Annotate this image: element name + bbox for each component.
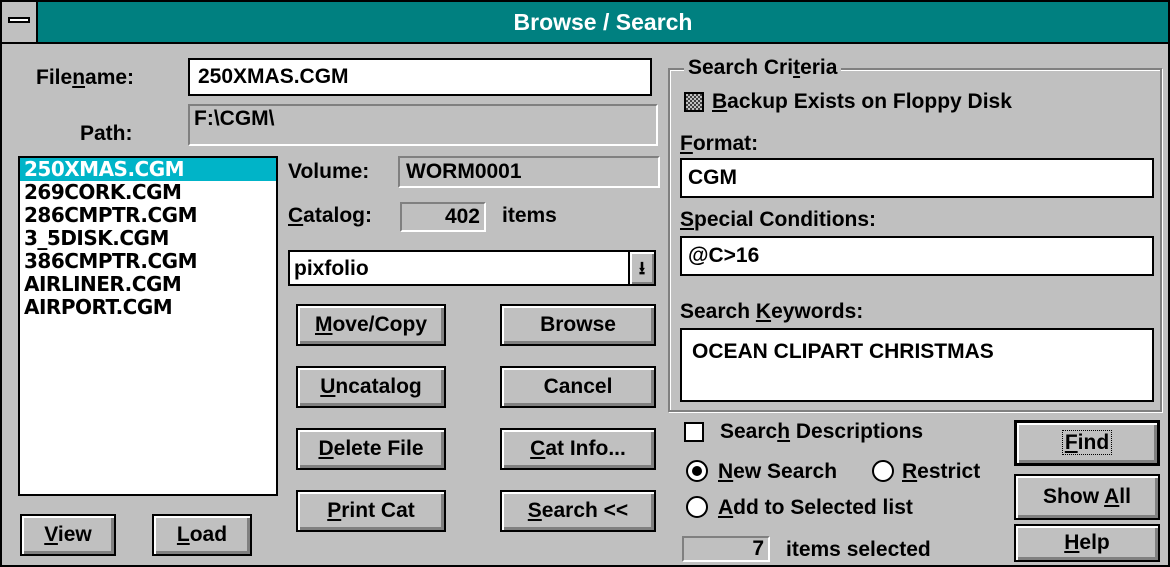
help-button[interactable]: Help	[1014, 524, 1160, 562]
delete-file-button[interactable]: Delete File	[296, 428, 446, 470]
load-button[interactable]: Load	[152, 514, 252, 556]
file-list-item[interactable]: 269CORK.CGM	[20, 181, 276, 204]
cat-info-button[interactable]: Cat Info...	[500, 428, 656, 470]
search-toggle-button[interactable]: Search <<	[500, 490, 656, 532]
print-cat-button[interactable]: Print Cat	[296, 490, 446, 532]
file-list-item[interactable]: AIRLINER.CGM	[20, 273, 276, 296]
move-copy-button[interactable]: Move/Copy	[296, 304, 446, 346]
window-title: Browse / Search	[513, 9, 693, 35]
search-keywords-label: Search Keywords:	[680, 300, 864, 323]
special-conditions-input[interactable]: @C>16	[680, 236, 1154, 276]
file-list[interactable]: 250XMAS.CGM 269CORK.CGM 286CMPTR.CGM 3_5…	[18, 156, 278, 496]
selected-count-label: items selected	[786, 538, 931, 561]
file-list-item[interactable]: 250XMAS.CGM	[20, 158, 276, 181]
restrict-radio[interactable]	[872, 460, 894, 482]
path-value: F:\CGM\	[188, 104, 658, 146]
title-bar: Browse / Search	[2, 2, 1168, 44]
add-to-selected-label: Add to Selected list	[718, 496, 913, 519]
catalog-unit: items	[502, 204, 557, 227]
system-menu-button[interactable]	[2, 2, 38, 42]
add-to-selected-radio[interactable]	[686, 496, 708, 518]
find-button[interactable]: Find	[1014, 420, 1160, 466]
file-list-item[interactable]: AIRPORT.CGM	[20, 296, 276, 319]
down-arrow-icon[interactable]: ⭳	[628, 252, 654, 284]
file-list-item[interactable]: 3_5DISK.CGM	[20, 227, 276, 250]
filename-input[interactable]: 250XMAS.CGM	[188, 58, 652, 96]
volume-value: WORM0001	[398, 156, 660, 188]
format-input[interactable]: CGM	[680, 158, 1154, 198]
path-label: Path:	[80, 122, 133, 145]
new-search-radio[interactable]	[686, 460, 708, 482]
restrict-label: Restrict	[902, 460, 981, 483]
format-label: Format:	[680, 132, 759, 155]
search-criteria-title: Search Criteria	[684, 56, 842, 80]
catalog-select[interactable]: pixfolio ⭳	[288, 250, 656, 286]
cancel-button[interactable]: Cancel	[500, 366, 656, 408]
search-keywords-input[interactable]: OCEAN CLIPART CHRISTMAS	[680, 328, 1154, 402]
special-conditions-label: Special Conditions:	[680, 208, 877, 231]
file-list-item[interactable]: 286CMPTR.CGM	[20, 204, 276, 227]
catalog-count: 402	[400, 202, 486, 232]
show-all-button[interactable]: Show All	[1014, 474, 1160, 520]
search-descriptions-label: Search Descriptions	[720, 420, 924, 443]
find-button-label: Find	[1061, 430, 1113, 455]
system-menu-icon	[8, 17, 30, 23]
uncatalog-button[interactable]: Uncatalog	[296, 366, 446, 408]
selected-count: 7	[682, 536, 770, 562]
catalog-select-value: pixfolio	[294, 257, 369, 280]
search-descriptions-checkbox[interactable]	[684, 422, 704, 442]
browse-search-window: Browse / Search Filename: 250XMAS.CGM Pa…	[0, 0, 1170, 567]
volume-label: Volume:	[288, 160, 370, 183]
catalog-label: Catalog:	[288, 204, 373, 227]
new-search-label: New Search	[718, 460, 838, 483]
radio-selected-dot	[692, 466, 702, 476]
filename-label: Filename:	[36, 66, 135, 89]
view-button[interactable]: View	[20, 514, 116, 556]
file-list-item[interactable]: 386CMPTR.CGM	[20, 250, 276, 273]
backup-checkbox[interactable]	[684, 92, 704, 112]
browse-button[interactable]: Browse	[500, 304, 656, 346]
backup-label: Backup Exists on Floppy Disk	[712, 90, 1012, 113]
